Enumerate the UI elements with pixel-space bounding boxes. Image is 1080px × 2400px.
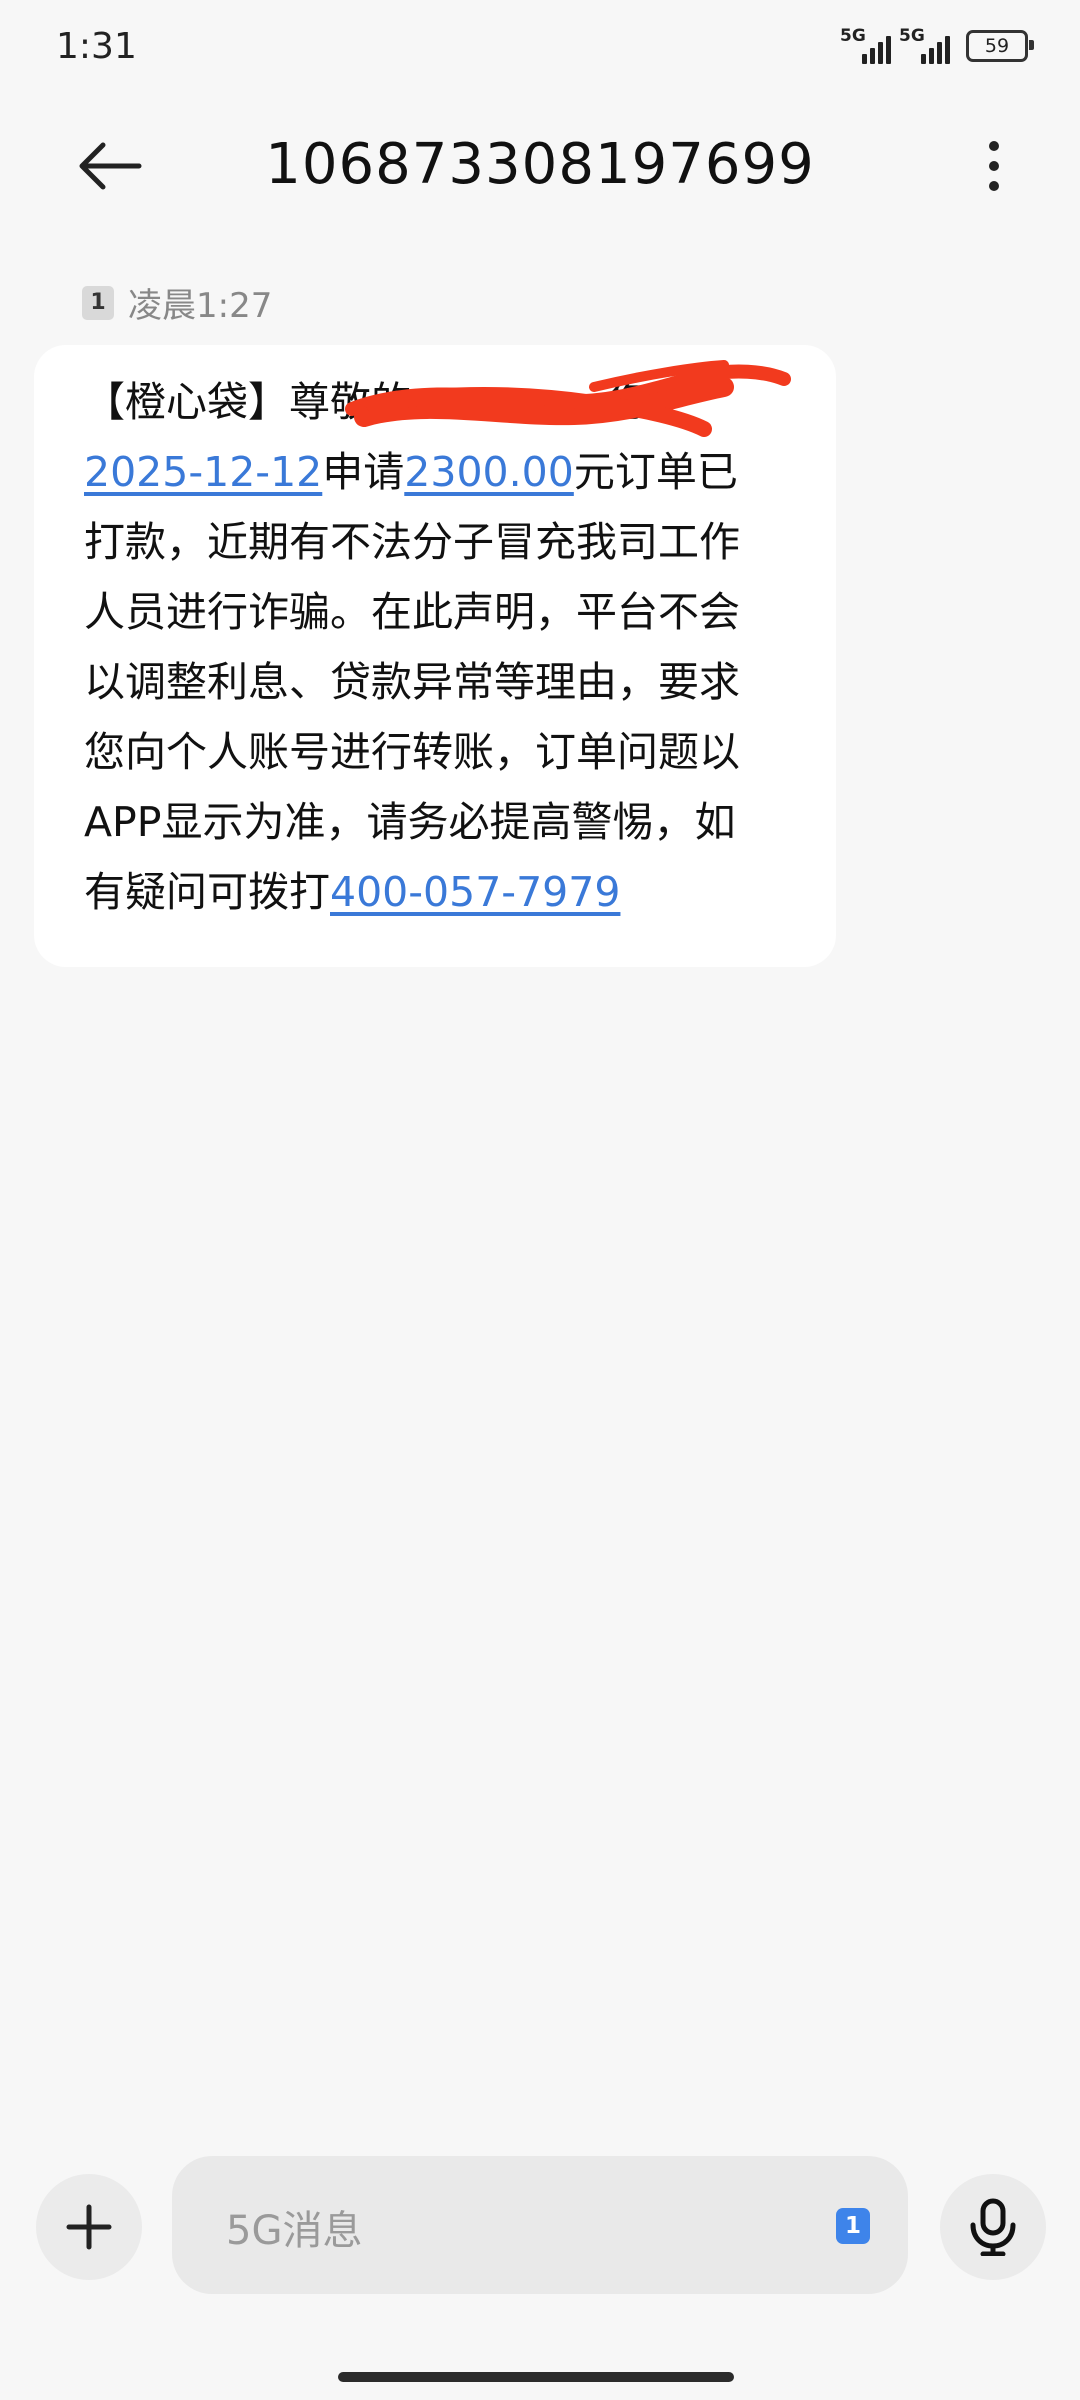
message-text: 您 xyxy=(608,378,649,426)
sim-badge: 1 xyxy=(82,285,114,320)
microphone-icon xyxy=(970,2198,1016,2256)
date-link[interactable]: 2025-12-12 xyxy=(84,448,322,496)
network-type-label: 5G xyxy=(840,26,866,46)
status-bar: 1:31 5G 5G 59 xyxy=(0,0,1080,100)
message-input[interactable]: 5G消息 1 xyxy=(172,2156,908,2294)
message-line: 人员进行诈骗。在此声明，平台不会 xyxy=(84,588,740,636)
message-text: 【橙心袋】尊敬的 xyxy=(84,378,412,426)
message-line: 您向个人账号进行转账，订单问题以 xyxy=(84,728,740,776)
compose-bar: 5G消息 1 xyxy=(0,2150,1080,2300)
more-vertical-icon xyxy=(989,141,999,191)
conversation-header: 106873308197699 xyxy=(0,110,1080,220)
plus-icon xyxy=(66,2204,112,2250)
message-bubble[interactable]: 【橙心袋】尊敬的 您 2025-12-12申请2300.00元订单已 打款，近期有… xyxy=(34,345,836,967)
message-timestamp: 凌晨1:27 xyxy=(128,286,273,326)
message-line: 以调整利息、贷款异常等理由，要求 xyxy=(84,658,740,706)
message-text: 申请 xyxy=(322,448,405,496)
message-line: 有疑问可拨打400-057-7979 xyxy=(84,857,794,927)
battery-level: 59 xyxy=(984,35,1010,57)
message-text: 有疑问可拨打 xyxy=(84,868,330,916)
input-placeholder: 5G消息 xyxy=(226,2208,363,2254)
sim-selector-chip[interactable]: 1 xyxy=(836,2208,870,2244)
amount-link[interactable]: 2300.00 xyxy=(404,448,574,496)
phone-link[interactable]: 400-057-7979 xyxy=(330,868,620,916)
signal-icon: 5G xyxy=(899,26,950,64)
home-indicator[interactable] xyxy=(338,2372,734,2382)
add-attachment-button[interactable] xyxy=(36,2174,142,2280)
contact-title: 106873308197699 xyxy=(265,132,815,197)
message-line: 【橙心袋】尊敬的 您 xyxy=(84,367,794,437)
signal-icon: 5G xyxy=(840,26,891,64)
battery-icon: 59 xyxy=(966,30,1034,62)
message-text: 元订单已 xyxy=(573,448,738,496)
message-line: APP显示为准，请务必提高警惕，如 xyxy=(84,798,736,846)
message-timestamp-row: 1 凌晨1:27 xyxy=(82,278,272,327)
voice-input-button[interactable] xyxy=(940,2174,1046,2280)
message-line: 2025-12-12申请2300.00元订单已 xyxy=(84,437,794,507)
status-time: 1:31 xyxy=(56,26,137,67)
network-type-label: 5G xyxy=(899,26,925,46)
message-line: 打款，近期有不法分子冒充我司工作 xyxy=(84,518,740,566)
more-options-button[interactable] xyxy=(964,134,1024,198)
status-icons: 5G 5G 59 xyxy=(840,26,1034,64)
